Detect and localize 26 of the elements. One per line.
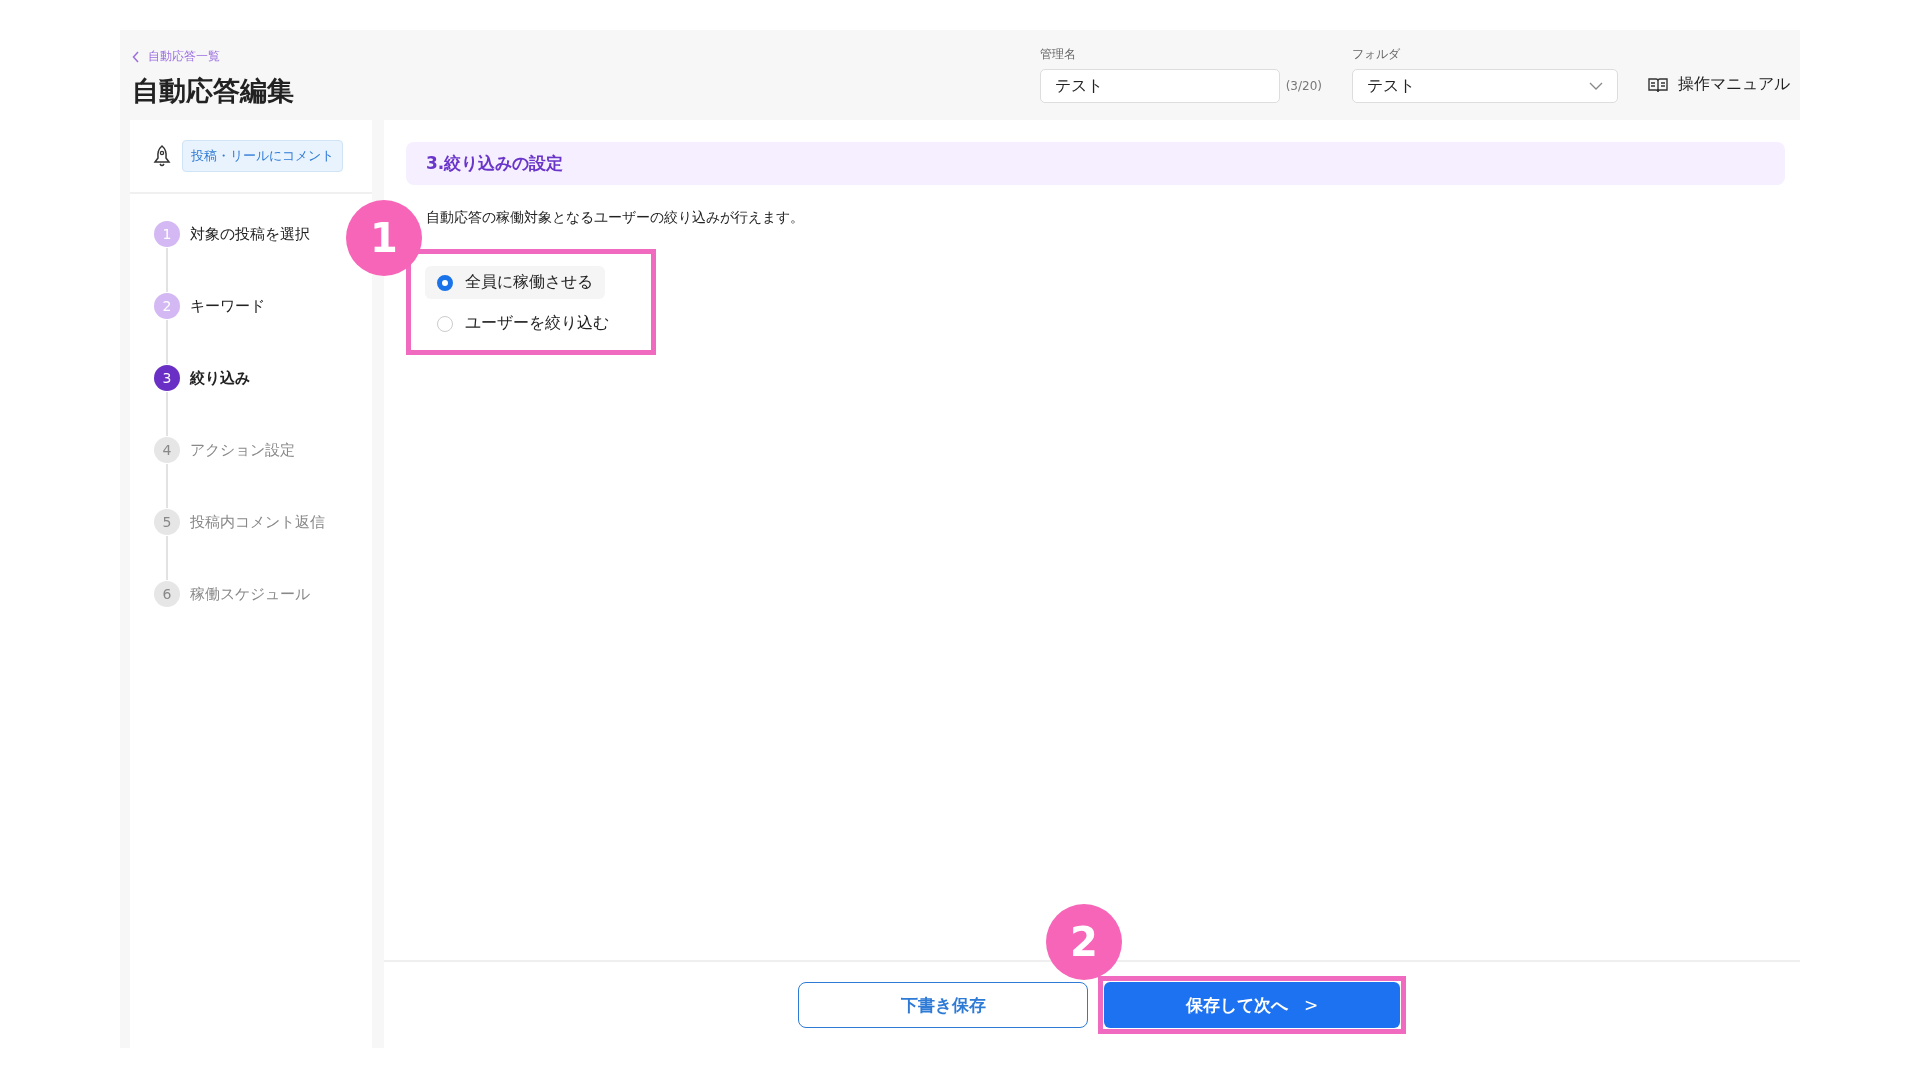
character-counter: (3/20) xyxy=(1285,79,1322,93)
radio-option[interactable]: ユーザーを絞り込む xyxy=(425,307,621,340)
step-item[interactable]: 3 絞り込み xyxy=(154,364,348,392)
step-item[interactable]: 5 投稿内コメント返信 xyxy=(154,508,348,536)
trigger-tag: 投稿・リールにコメント xyxy=(182,140,343,172)
step-item[interactable]: 1 対象の投稿を選択 xyxy=(154,220,348,248)
folder-dropdown[interactable]: テスト xyxy=(1352,69,1618,103)
chevron-down-icon xyxy=(1589,82,1603,90)
description-text: 自動応答の稼働対象となるユーザーの絞り込みが行えます。 xyxy=(426,209,805,227)
rocket-icon xyxy=(152,145,172,167)
breadcrumb-link[interactable]: 自動応答一覧 xyxy=(132,48,294,65)
chevron-left-icon xyxy=(132,50,140,63)
save-next-button[interactable]: 保存して次へ > xyxy=(1104,982,1400,1028)
field-label: フォルダ xyxy=(1352,46,1401,63)
step-item[interactable]: 6 稼働スケジュール xyxy=(154,580,348,608)
draft-save-button[interactable]: 下書き保存 xyxy=(798,982,1088,1028)
step-item[interactable]: 4 アクション設定 xyxy=(154,436,348,464)
field-label: 管理名 xyxy=(1039,46,1077,63)
step-item[interactable]: 2 キーワード xyxy=(154,292,348,320)
page-title: 自動応答編集 xyxy=(132,74,294,108)
name-input-field[interactable]: テスト xyxy=(1039,69,1280,103)
radio-option[interactable]: 全員に稼働させる xyxy=(425,266,605,299)
section-header: 3.絞り込みの設定 xyxy=(406,142,1785,185)
book-icon xyxy=(1648,76,1668,93)
manual-link[interactable]: 操作マニュアル xyxy=(1648,74,1790,95)
annotation-badge: 2 xyxy=(1046,904,1122,980)
